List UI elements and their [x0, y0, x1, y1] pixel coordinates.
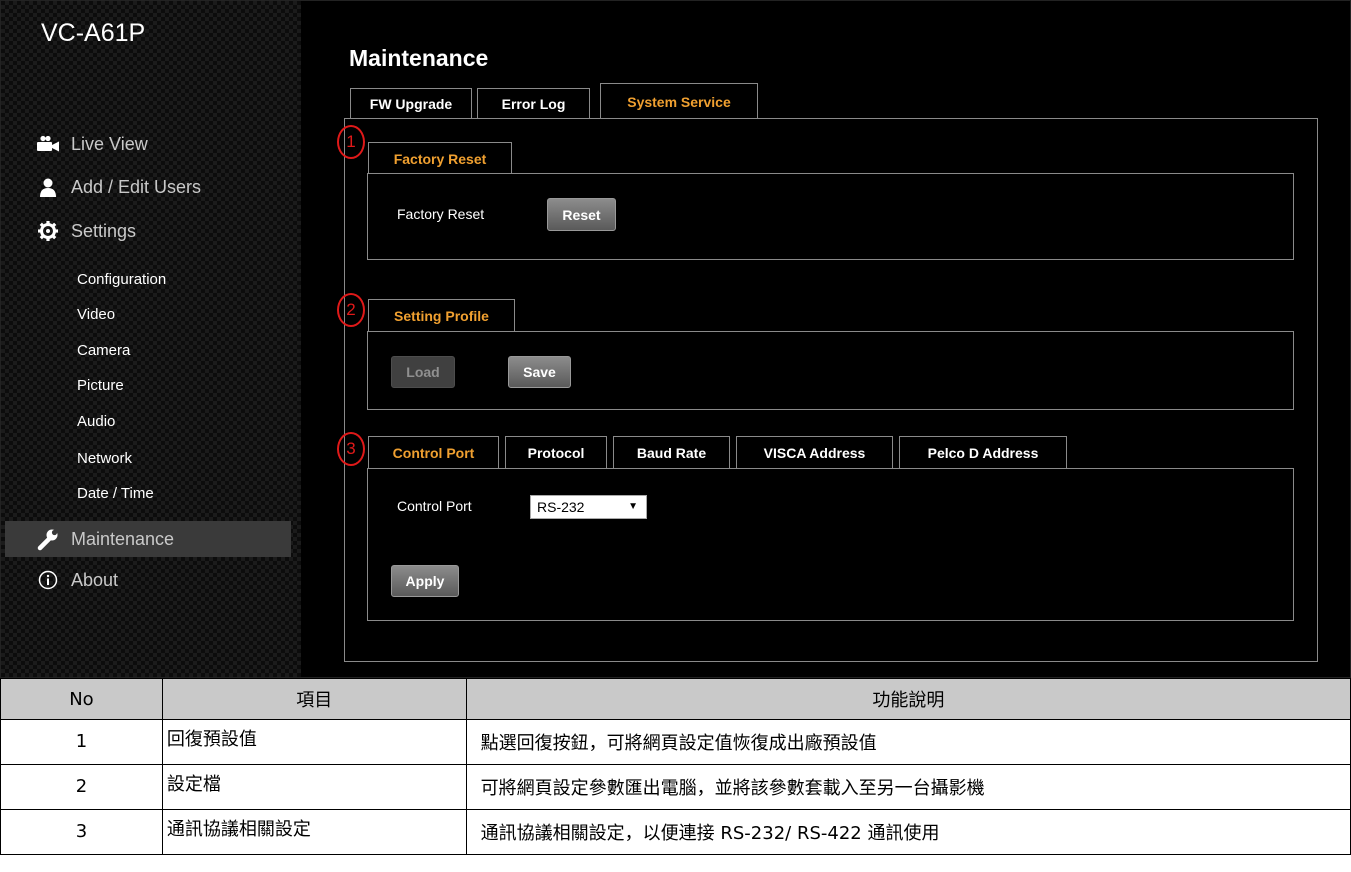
apply-button[interactable]: Apply	[391, 565, 459, 597]
table-row: 1 回復預設值 點選回復按鈕，可將網頁設定值恢復成出廠預設值	[0, 719, 1351, 765]
camera-web-ui-screenshot: VC-A61P Live View Add / Edit Users Setti…	[0, 0, 1351, 678]
sidebar-item-label: Settings	[71, 220, 137, 241]
tab-factory-reset[interactable]: Factory Reset	[368, 142, 512, 174]
row-description: 通訊協議相關設定，以便連接 RS-232/ RS-422 通訊使用	[465, 809, 1351, 855]
row-no: 3	[0, 809, 163, 855]
row-item: 回復預設值	[161, 719, 467, 765]
sidebar-item-label: Maintenance	[71, 528, 175, 549]
tab-visca-address[interactable]: VISCA Address	[736, 436, 893, 469]
header-no: No	[0, 678, 163, 720]
dropdown-arrow-icon: ▼	[628, 501, 638, 512]
load-button[interactable]: Load	[391, 356, 455, 388]
tab-error-log[interactable]: Error Log	[477, 88, 590, 119]
sidebar-item-label: About	[71, 569, 119, 590]
table-row: 3 通訊協議相關設定 通訊協議相關設定，以便連接 RS-232/ RS-422 …	[0, 809, 1351, 855]
header-description: 功能說明	[465, 678, 1351, 720]
row-item: 通訊協議相關設定	[161, 809, 467, 855]
control-port-label: Control Port	[397, 498, 472, 514]
sidebar-item-live-view[interactable]: Live View	[33, 126, 148, 162]
sidebar-item-settings[interactable]: Settings	[33, 213, 136, 249]
sidebar: VC-A61P Live View Add / Edit Users Setti…	[1, 1, 301, 677]
save-button[interactable]: Save	[508, 356, 571, 388]
sidebar-subitem-picture[interactable]: Picture	[77, 377, 124, 394]
factory-reset-label: Factory Reset	[397, 206, 485, 222]
callout-3: 3	[337, 432, 365, 466]
tab-control-port[interactable]: Control Port	[368, 436, 499, 469]
sidebar-item-maintenance[interactable]: Maintenance	[5, 521, 291, 557]
tab-pelco-d-address[interactable]: Pelco D Address	[899, 436, 1067, 469]
tab-baud-rate[interactable]: Baud Rate	[613, 436, 730, 469]
device-model: VC-A61P	[41, 19, 146, 47]
row-no: 1	[0, 719, 163, 765]
sidebar-subitem-configuration[interactable]: Configuration	[77, 271, 166, 288]
control-port-section	[367, 468, 1294, 621]
gear-icon	[33, 220, 63, 242]
sidebar-subitem-date-time[interactable]: Date / Time	[77, 485, 154, 502]
setting-profile-section	[367, 331, 1294, 410]
tab-setting-profile[interactable]: Setting Profile	[368, 299, 515, 332]
wrench-icon	[33, 527, 63, 551]
reset-button[interactable]: Reset	[547, 198, 616, 231]
row-no: 2	[0, 764, 163, 810]
sidebar-item-about[interactable]: About	[33, 562, 118, 598]
sidebar-item-add-edit-users[interactable]: Add / Edit Users	[33, 169, 201, 205]
callout-2: 2	[337, 293, 365, 327]
table-row: 2 設定檔 可將網頁設定參數匯出電腦，並將該參數套載入至另一台攝影機	[0, 764, 1351, 810]
row-item: 設定檔	[161, 764, 467, 810]
control-port-value: RS-232	[537, 499, 585, 515]
control-port-select[interactable]: RS-232 ▼	[530, 495, 647, 519]
sidebar-subitem-camera[interactable]: Camera	[77, 342, 130, 359]
description-table: No 項目 功能說明 1 回復預設值 點選回復按鈕，可將網頁設定值恢復成出廠預設…	[0, 678, 1351, 855]
sidebar-subitem-video[interactable]: Video	[77, 306, 115, 323]
row-description: 可將網頁設定參數匯出電腦，並將該參數套載入至另一台攝影機	[465, 764, 1351, 810]
tab-protocol[interactable]: Protocol	[505, 436, 607, 469]
user-icon	[33, 177, 63, 197]
header-item: 項目	[161, 678, 467, 720]
factory-reset-section	[367, 173, 1294, 260]
sidebar-subitem-network[interactable]: Network	[77, 450, 132, 467]
row-description: 點選回復按鈕，可將網頁設定值恢復成出廠預設值	[465, 719, 1351, 765]
sidebar-item-label: Live View	[71, 133, 148, 154]
sidebar-item-label: Add / Edit Users	[71, 176, 202, 197]
video-camera-icon	[33, 135, 63, 153]
table-header-row: No 項目 功能說明	[0, 678, 1351, 720]
tab-fw-upgrade[interactable]: FW Upgrade	[350, 88, 472, 119]
sidebar-subitem-audio[interactable]: Audio	[77, 413, 115, 430]
callout-1: 1	[337, 125, 365, 159]
tab-system-service[interactable]: System Service	[600, 83, 758, 119]
page-title: Maintenance	[349, 45, 489, 71]
info-icon	[33, 570, 63, 590]
